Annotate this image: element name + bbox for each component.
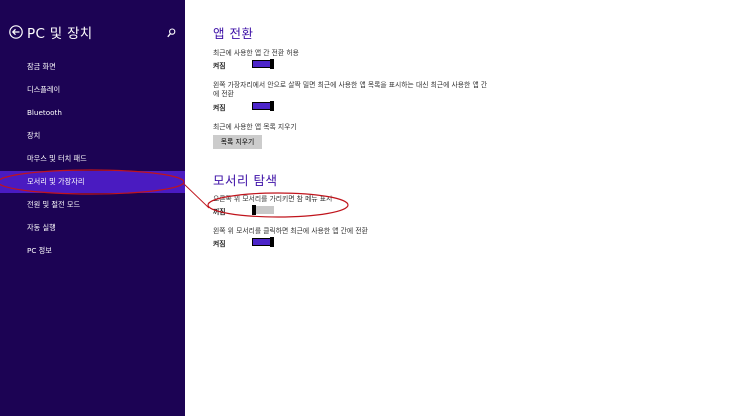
- toggle-charms-corner[interactable]: [252, 205, 274, 215]
- toggle-top-left-corner[interactable]: [252, 237, 274, 247]
- sidebar: PC 및 장치 잠금 화면 디스플레이 Bluetooth 장치 마우스 및 터…: [0, 0, 185, 416]
- sidebar-item-power-sleep[interactable]: 전원 및 절전 모드: [0, 194, 185, 216]
- toggle-state-label: 켜짐: [213, 62, 226, 70]
- sidebar-item-autoplay[interactable]: 자동 실행: [0, 217, 185, 239]
- clear-list-button[interactable]: 목록 지우기: [213, 135, 262, 149]
- setting-label-clear-list: 최근에 사용한 앱 목록 지우기: [213, 123, 297, 131]
- sidebar-item-mouse-touchpad[interactable]: 마우스 및 터치 패드: [0, 148, 185, 170]
- setting-label-left-edge-swipe: 왼쪽 가장자리에서 안으로 살짝 밀면 최근에 사용한 앱 목록을 표시하는 대…: [213, 81, 488, 98]
- toggle-allow-switching[interactable]: [252, 59, 274, 69]
- section-title-corner-navigation: 모서리 탐색: [213, 173, 278, 188]
- toggle-thumb: [270, 237, 274, 247]
- sidebar-item-label: 장치: [27, 131, 41, 140]
- sidebar-item-label: PC 정보: [27, 246, 52, 255]
- sidebar-item-label: 전원 및 절전 모드: [27, 200, 81, 209]
- sidebar-item-lock-screen[interactable]: 잠금 화면: [0, 56, 185, 78]
- sidebar-item-bluetooth[interactable]: Bluetooth: [0, 102, 185, 124]
- back-arrow-icon[interactable]: [9, 25, 23, 39]
- setting-label-allow-switching: 최근에 사용한 앱 간 전환 허용: [213, 49, 299, 57]
- toggle-left-edge-swipe[interactable]: [252, 101, 274, 111]
- sidebar-item-devices[interactable]: 장치: [0, 125, 185, 147]
- sidebar-item-label: 모서리 및 가장자리: [27, 177, 85, 186]
- sidebar-item-label: 잠금 화면: [27, 62, 56, 71]
- setting-label-top-left-corner: 왼쪽 위 모서리를 클릭하면 최근에 사용한 앱 간에 전환: [213, 227, 368, 235]
- sidebar-title: PC 및 장치: [27, 26, 93, 42]
- sidebar-item-label: 자동 실행: [27, 223, 56, 232]
- section-title-app-switching: 앱 전환: [213, 26, 254, 41]
- setting-label-charms-corner: 오른쪽 위 모서리를 가리키면 참 메뉴 표시: [213, 195, 333, 203]
- sidebar-item-corners-edges[interactable]: 모서리 및 가장자리: [0, 171, 185, 193]
- sidebar-item-label: Bluetooth: [27, 108, 62, 117]
- toggle-thumb: [270, 101, 274, 111]
- sidebar-item-pc-info[interactable]: PC 정보: [0, 240, 185, 262]
- main-content: 앱 전환 최근에 사용한 앱 간 전환 허용 켜짐 왼쪽 가장자리에서 안으로 …: [185, 0, 740, 416]
- toggle-state-label: 켜짐: [213, 240, 226, 248]
- sidebar-item-display[interactable]: 디스플레이: [0, 79, 185, 101]
- toggle-state-label: 켜짐: [213, 104, 226, 112]
- sidebar-item-label: 마우스 및 터치 패드: [27, 154, 87, 163]
- sidebar-item-label: 디스플레이: [27, 85, 61, 94]
- search-icon[interactable]: [167, 28, 176, 38]
- toggle-thumb: [270, 59, 274, 69]
- toggle-state-label: 꺼짐: [213, 208, 226, 216]
- toggle-thumb: [252, 205, 256, 215]
